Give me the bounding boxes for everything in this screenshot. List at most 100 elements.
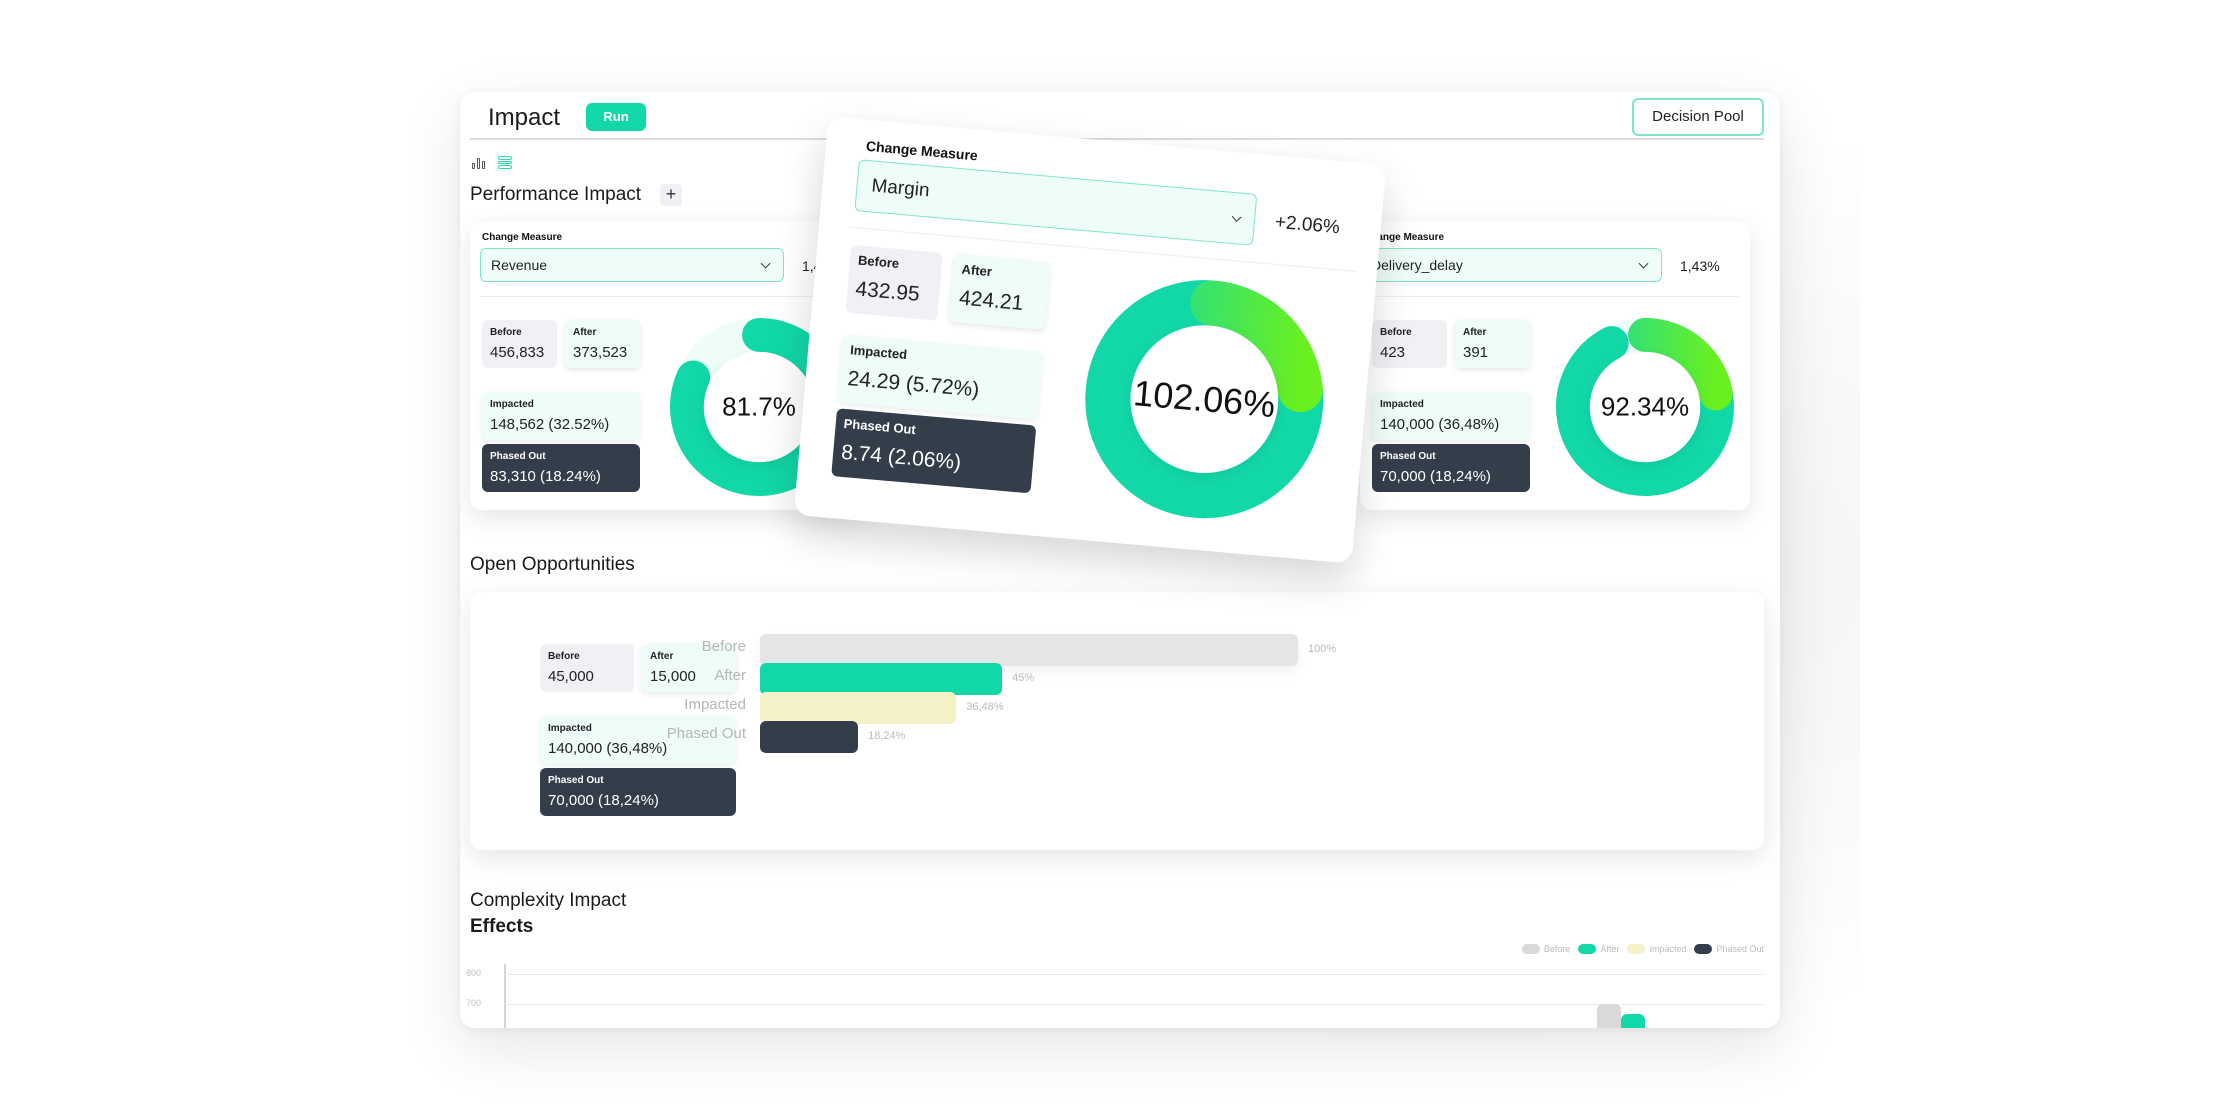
stat-value: 432.95 (854, 277, 921, 306)
chevron-down-icon (760, 258, 771, 269)
stat-after: After 424.21 (949, 253, 1051, 331)
bar-category-label: Before (701, 638, 746, 655)
bar-phased-out (760, 721, 859, 753)
run-button[interactable]: Run (586, 103, 646, 131)
bar-impacted (760, 692, 957, 724)
stat-label: Impacted (849, 342, 908, 363)
divider (480, 296, 870, 297)
bar-value-label: 100% (1308, 643, 1337, 655)
stat-phased-out: Phased Out 8.74 (2.06%) (831, 408, 1037, 494)
effects-legend: Before After Impacted Phased Out (1518, 944, 1764, 954)
change-measure-label: Change Measure (482, 232, 563, 243)
stat-impacted: Impacted 140,000 (36,48%) (1372, 392, 1530, 440)
donut-chart: 102.06% (1075, 270, 1333, 528)
legend-swatch (1521, 944, 1540, 954)
measure-select[interactable]: Delivery_delay (1360, 248, 1662, 282)
stat-value: 8.74 (2.06%) (840, 440, 963, 475)
legend-swatch (1578, 944, 1597, 954)
legend-label: Impacted (1649, 944, 1687, 954)
complexity-impact-title: Complexity Impact (470, 890, 627, 911)
effects-bar-after (1621, 1014, 1645, 1028)
change-percent: +2.06% (1274, 211, 1341, 239)
bar-category-label: Phased Out (666, 725, 746, 742)
stat-label: Phased Out (548, 775, 604, 786)
top-bar: Impact Run Decision Pool (470, 92, 1764, 140)
stat-value: 45,000 (548, 668, 594, 685)
stat-label: After (573, 327, 597, 338)
stat-label: Impacted (1380, 399, 1424, 410)
stat-impacted: Impacted 24.29 (5.72%) (837, 334, 1043, 420)
stat-phased-out: Phased Out 70,000 (18,24%) (540, 768, 736, 816)
bar-after (760, 663, 1003, 695)
stat-phased-out: Phased Out 83,310 (18.24%) (482, 444, 640, 492)
stat-value: 423 (1380, 344, 1406, 361)
legend-swatch (1627, 944, 1646, 954)
view-toggle (472, 156, 512, 169)
stat-value: 140,000 (36,48%) (1380, 416, 1500, 433)
chevron-down-icon (1638, 258, 1649, 269)
measure-card-margin-floating: Change Measure Margin +2.06% Before 432.… (793, 116, 1387, 564)
measure-select-value: Delivery_delay (1371, 257, 1463, 273)
measure-card-delivery-delay: Change Measure Delivery_delay 1,43% Befo… (1360, 222, 1750, 510)
stat-value: 70,000 (18,24%) (548, 792, 659, 809)
measure-select-value: Revenue (491, 257, 548, 273)
measure-select[interactable]: Revenue (480, 248, 784, 282)
decision-pool-button[interactable]: Decision Pool (1632, 98, 1764, 136)
bar-chart-icon[interactable] (472, 157, 488, 169)
stat-label: After (961, 261, 993, 280)
stat-value: 391 (1463, 344, 1489, 361)
bar-before (760, 634, 1298, 666)
bar-value-label: 45% (1012, 672, 1035, 684)
stat-label: Phased Out (1380, 451, 1436, 462)
bar-value-label: 18,24% (868, 730, 906, 742)
page-title: Impact (488, 104, 561, 131)
legend-label: After (1600, 944, 1620, 954)
open-opportunities-card: Before 45,000 After 15,000 Impacted 140,… (470, 592, 1764, 850)
legend-label: Before (1543, 944, 1571, 954)
performance-impact-title: Performance Impact (470, 184, 642, 205)
stacked-list-icon[interactable] (498, 156, 512, 169)
stat-label: Before (490, 327, 522, 338)
stat-value: 148,562 (32.52%) (490, 416, 610, 433)
effects-bar-before (1597, 1004, 1621, 1028)
stat-after: After 373,523 (565, 320, 640, 368)
stat-phased-out: Phased Out 70,000 (18,24%) (1372, 444, 1530, 492)
stat-label: Phased Out (490, 451, 546, 462)
stat-label: Before (1380, 327, 1412, 338)
stat-label: Phased Out (843, 415, 917, 438)
donut-chart: 92.34% (1556, 318, 1734, 496)
stat-value: 140,000 (36,48%) (548, 740, 668, 757)
stat-label: Impacted (490, 399, 534, 410)
stat-value: 83,310 (18.24%) (490, 468, 601, 485)
effects-title: Effects (470, 916, 534, 937)
stat-after: After 391 (1455, 320, 1530, 368)
bar-category-label: Impacted (684, 696, 746, 713)
grid-line (504, 974, 1764, 975)
grid-line (504, 1004, 1764, 1005)
stat-before: Before 45,000 (540, 644, 634, 692)
add-measure-button[interactable]: + (660, 184, 682, 206)
divider (1360, 296, 1740, 297)
bar-category-label: After (714, 667, 746, 684)
legend-swatch (1694, 944, 1713, 954)
change-measure-label: Change Measure (865, 137, 979, 164)
y-tick-label: 700 (466, 998, 482, 1008)
stat-label: Before (548, 651, 580, 662)
stat-value: 373,523 (573, 344, 628, 361)
stat-before: Before 423 (1372, 320, 1447, 368)
stat-value: 24.29 (5.72%) (846, 367, 981, 402)
stat-before: Before 456,833 (482, 320, 557, 368)
stat-impacted: Impacted 148,562 (32.52%) (482, 392, 640, 440)
stat-value: 424.21 (958, 286, 1025, 315)
y-tick-label: 800 (466, 968, 482, 978)
open-opportunities-title: Open Opportunities (470, 554, 635, 575)
stat-label: Before (857, 252, 900, 272)
stat-before: Before 432.95 (845, 244, 944, 321)
stat-label: After (1463, 327, 1487, 338)
change-percent: 1,43% (1680, 258, 1720, 274)
measure-select-value: Margin (870, 175, 931, 202)
chevron-down-icon (1231, 211, 1242, 222)
donut-label: 92.34% (1600, 391, 1690, 422)
stat-value: 70,000 (18,24%) (1380, 468, 1491, 485)
bar-value-label: 36,48% (966, 701, 1004, 713)
